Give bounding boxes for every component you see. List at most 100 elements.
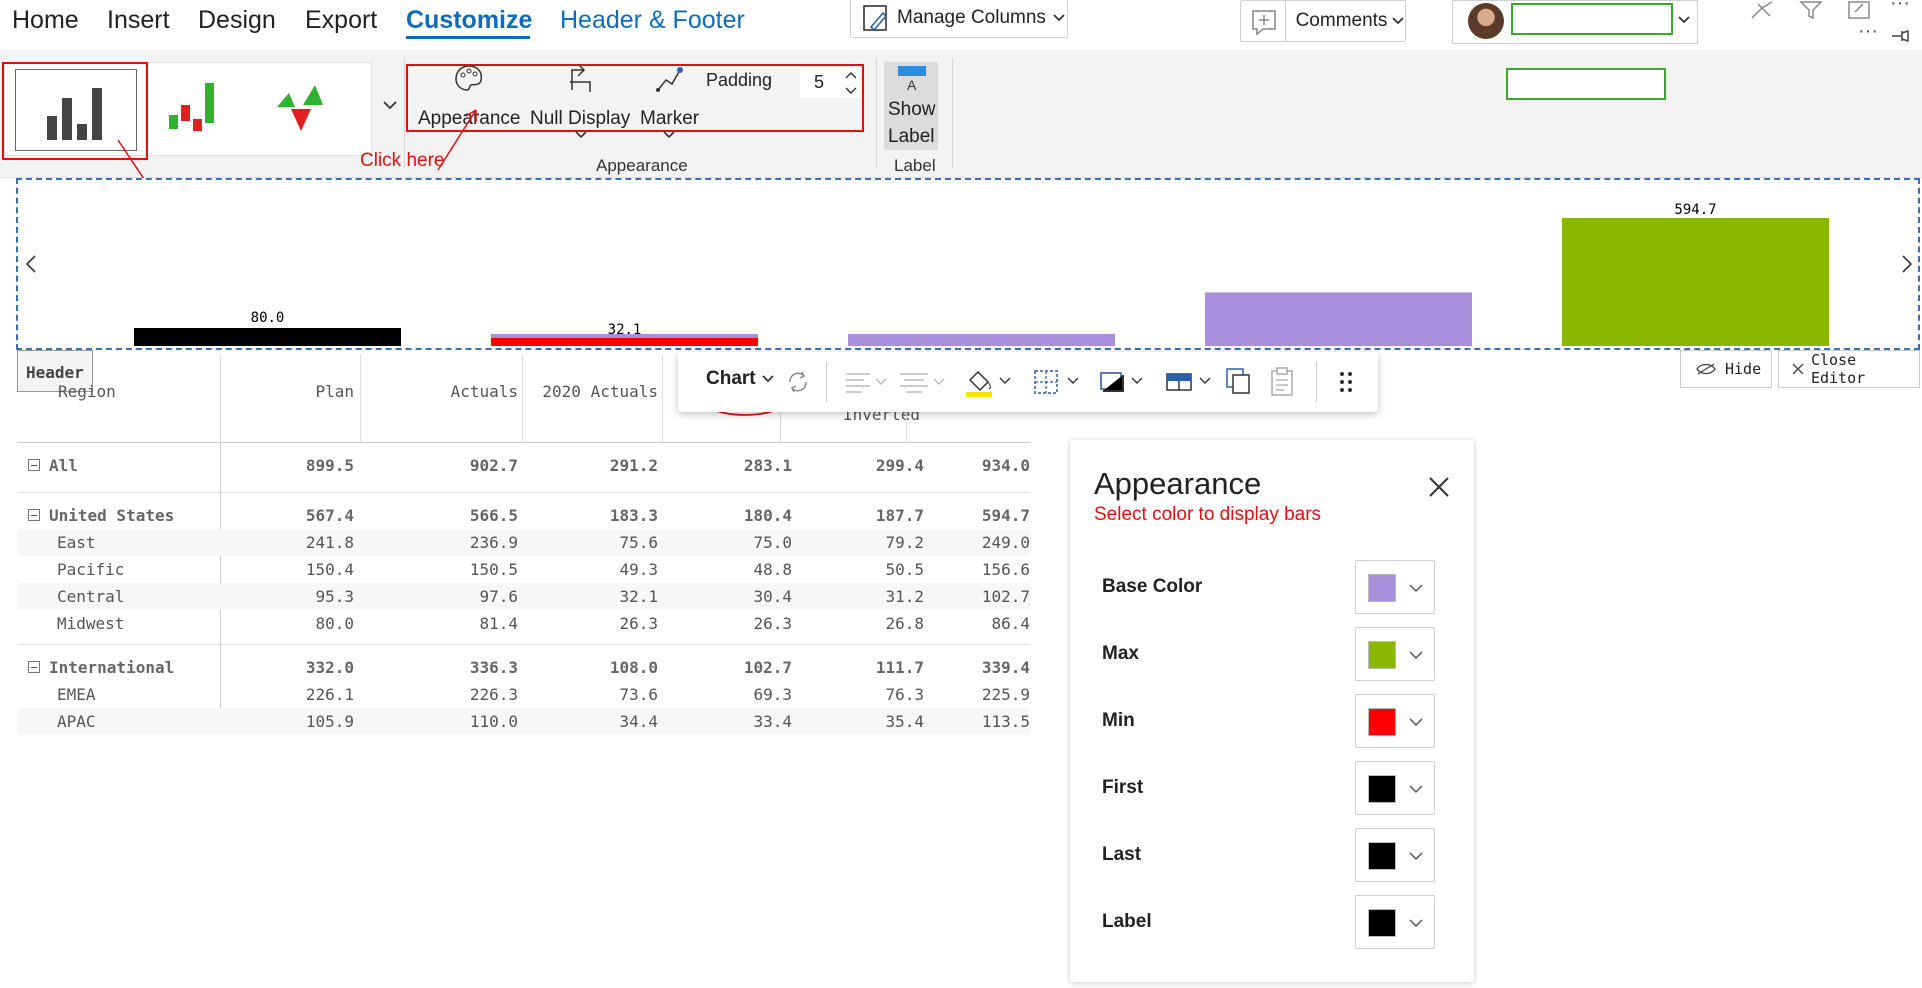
menu-export[interactable]: Export	[305, 6, 377, 35]
table-cell: 81.4	[479, 614, 518, 633]
borders-icon[interactable]	[1032, 368, 1086, 396]
show-label-button[interactable]: A Show Label	[884, 62, 938, 150]
more-options-icon[interactable]: ···	[1890, 0, 1910, 15]
shadow-box-icon[interactable]	[1098, 368, 1152, 396]
gallery-expand-chevron-icon[interactable]	[382, 100, 398, 112]
variance-bar-chart-option-icon[interactable]	[155, 75, 235, 145]
comments-button[interactable]: Comments	[1240, 0, 1406, 42]
table-cell: 187.7	[875, 506, 924, 525]
user-name-field[interactable]	[1511, 3, 1673, 35]
chart-data-label: 80.0	[251, 310, 285, 326]
show-label-text: Show Label	[888, 99, 936, 147]
paste-icon[interactable]	[1268, 366, 1298, 398]
sparkbar-chart[interactable]: 80.0 32.1 594.7	[16, 178, 1920, 350]
chevron-left-icon[interactable]	[24, 254, 38, 274]
color-picker-button[interactable]	[1355, 627, 1435, 681]
chart-bar[interactable]	[1562, 218, 1829, 346]
drag-handle-icon[interactable]	[1338, 370, 1354, 394]
menu-home[interactable]: Home	[12, 6, 79, 35]
menu-design[interactable]: Design	[198, 6, 276, 35]
focus-mode-icon[interactable]	[1846, 0, 1872, 20]
table-cell: 111.7	[875, 658, 924, 677]
chart-bar[interactable]	[848, 334, 1115, 346]
row-label: Pacific	[57, 560, 125, 579]
table-cell: 102.7	[743, 658, 792, 677]
chevron-down-icon	[1409, 852, 1423, 861]
row-label: All	[49, 456, 78, 475]
refresh-icon[interactable]	[786, 370, 810, 394]
color-picker-button[interactable]	[1355, 828, 1435, 882]
table-cell: 35.4	[885, 712, 924, 731]
collapse-toggle-icon[interactable]	[28, 509, 40, 521]
chevron-down-icon	[1409, 919, 1423, 928]
pin-pane-icon[interactable]	[1890, 28, 1912, 44]
chevron-right-icon[interactable]	[1900, 254, 1914, 274]
menu-insert[interactable]: Insert	[107, 6, 170, 35]
chart-bar[interactable]	[1205, 292, 1472, 346]
table-row[interactable]: United States 567.4 566.5 183.3 180.4 187.7 59…	[18, 502, 1030, 529]
color-picker-button[interactable]	[1355, 694, 1435, 748]
table-cell: 332.0	[305, 658, 354, 677]
color-setting-label: Max	[1102, 643, 1139, 664]
chart-canvas: 80.0 32.1 594.7	[134, 202, 1829, 346]
row-label: United States	[49, 506, 175, 525]
color-swatch	[1368, 842, 1396, 870]
col-header-plan[interactable]: Plan	[218, 382, 354, 401]
fill-color-icon[interactable]	[964, 366, 1014, 398]
menu-customize[interactable]: Customize	[406, 6, 532, 35]
waterfall-triangle-chart-option-icon[interactable]	[273, 83, 333, 143]
table-cell: 97.6	[479, 587, 518, 606]
color-swatch	[1368, 909, 1396, 937]
table-row[interactable]: APAC 105.9 110.0 34.4 33.4 35.4 113.5	[18, 708, 1030, 735]
hide-button[interactable]: Hide	[1680, 350, 1772, 388]
pin-icon[interactable]	[1748, 0, 1782, 20]
table-row[interactable]: International 332.0 336.3 108.0 102.7 111.7 33…	[18, 654, 1030, 681]
annotation-box-chart-type	[2, 62, 148, 160]
table-row[interactable]: EMEA 226.1 226.3 73.6 69.3 76.3 225.9	[18, 681, 1030, 708]
group-appearance-label: Appearance	[596, 156, 688, 175]
table-row[interactable]: Pacific 150.4 150.5 49.3 48.8 50.5 156.6	[18, 556, 1030, 583]
col-header-region[interactable]: Region	[58, 382, 116, 401]
table-cell: 299.4	[875, 456, 924, 475]
color-picker-button[interactable]	[1355, 560, 1435, 614]
table-row[interactable]: All 899.5 902.7 291.2 283.1 299.4 934.0	[18, 452, 1030, 479]
table-row[interactable]: East 241.8 236.9 75.6 75.0 79.2 249.0	[18, 529, 1030, 556]
color-picker-button[interactable]	[1355, 895, 1435, 949]
manage-columns-button[interactable]: Manage Columns	[850, 0, 1068, 38]
table-cell: 226.3	[469, 685, 518, 704]
col-header-actuals[interactable]: Actuals	[358, 382, 518, 401]
layout-grid-icon[interactable]	[1164, 368, 1218, 396]
close-editor-button[interactable]: Close Editor	[1778, 350, 1920, 388]
copy-icon[interactable]	[1224, 366, 1254, 398]
table-row[interactable]: Midwest 80.0 81.4 26.3 26.3 26.8 86.4	[18, 610, 1030, 637]
menu-header-footer[interactable]: Header & Footer	[560, 6, 745, 35]
table-row[interactable]: Central 95.3 97.6 32.1 30.4 31.2 102.7	[18, 583, 1030, 610]
row-label: East	[57, 533, 96, 552]
eye-off-icon	[1696, 363, 1716, 375]
table-cell: 249.0	[981, 533, 1030, 552]
col-header-2020-actuals[interactable]: 2020 Actuals	[524, 382, 658, 401]
filter-icon[interactable]	[1798, 0, 1824, 20]
table-cell: 110.0	[469, 712, 518, 731]
chart-bar[interactable]	[134, 328, 401, 346]
chart-dropdown[interactable]: Chart	[706, 368, 775, 390]
color-picker-button[interactable]	[1355, 761, 1435, 815]
color-setting-label: Base Color	[1102, 576, 1203, 597]
table-cell: 50.5	[885, 560, 924, 579]
align-center-icon[interactable]	[898, 370, 948, 394]
row-label: APAC	[57, 712, 96, 731]
user-selector[interactable]	[1452, 0, 1698, 44]
chart-min-marker	[491, 338, 758, 346]
table-cell: 150.5	[469, 560, 518, 579]
close-editor-label: Close Editor	[1810, 351, 1866, 387]
more-options-small-icon[interactable]: ···	[1858, 20, 1878, 43]
format-toolbar: Chart	[678, 352, 1378, 412]
close-icon[interactable]	[1428, 476, 1450, 498]
chevron-down-icon	[1392, 17, 1405, 25]
collapse-toggle-icon[interactable]	[28, 459, 40, 471]
highlighted-empty-field[interactable]	[1506, 68, 1666, 100]
table-cell: 567.4	[305, 506, 354, 525]
collapse-toggle-icon[interactable]	[28, 661, 40, 673]
color-setting-label: First	[1102, 777, 1144, 798]
align-left-icon[interactable]	[844, 370, 890, 394]
